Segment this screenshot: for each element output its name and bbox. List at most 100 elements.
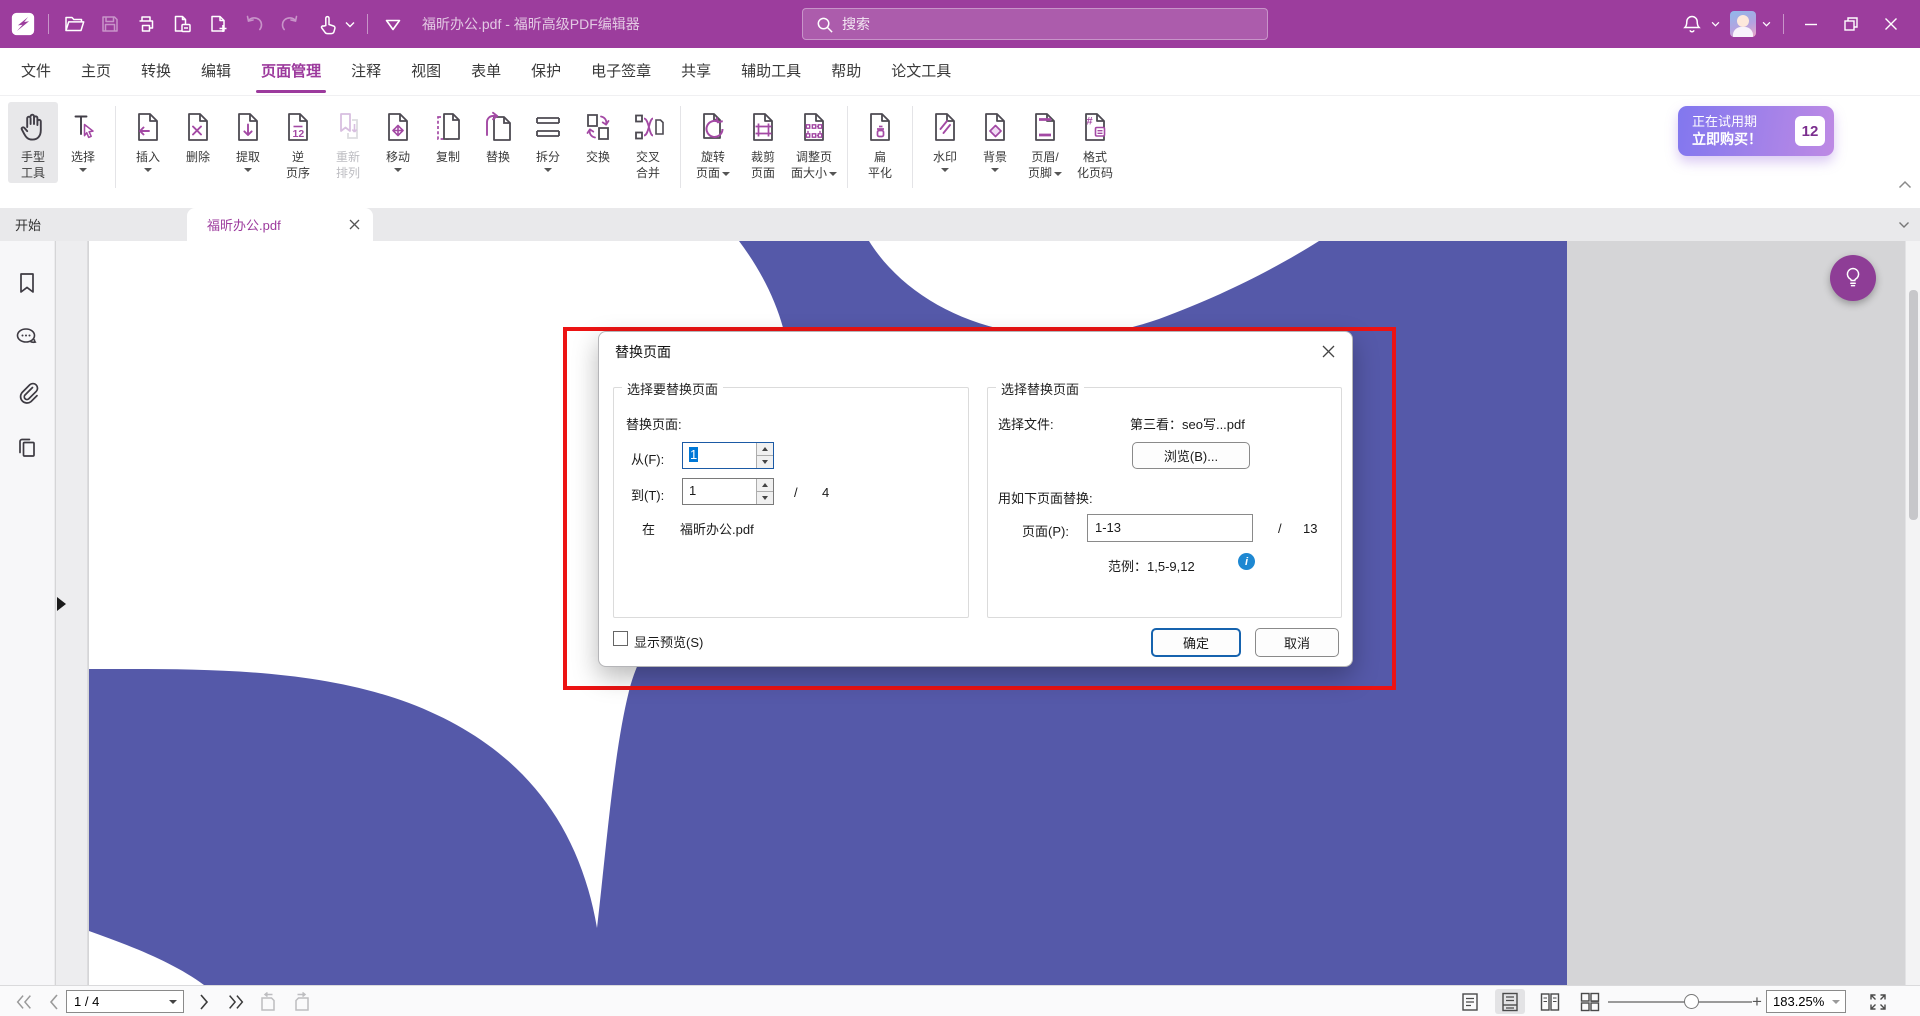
account-caret-icon[interactable] bbox=[1762, 21, 1771, 27]
ribbon-background[interactable]: 背景 bbox=[970, 102, 1020, 174]
ribbon-header-footer[interactable]: 页眉/页脚 bbox=[1020, 102, 1070, 183]
show-preview-checkbox[interactable] bbox=[613, 631, 628, 646]
assistant-lightbulb-button[interactable] bbox=[1830, 255, 1876, 301]
ribbon-group-separator bbox=[912, 106, 913, 188]
sidebar-comments-button[interactable] bbox=[14, 325, 40, 351]
vertical-scrollbar-thumb[interactable] bbox=[1909, 290, 1918, 520]
menu-page-organize[interactable]: 页面管理 bbox=[246, 48, 336, 96]
ribbon-toolbar: 手型工具选择插入删除提取12逆页序重新排列移动复制替换拆分交换交叉合并旋转页面裁… bbox=[0, 96, 1920, 208]
user-avatar[interactable] bbox=[1730, 11, 1756, 37]
view-single-page-button[interactable] bbox=[1455, 989, 1485, 1014]
page-box-caret-icon[interactable] bbox=[169, 1000, 177, 1004]
menu-file[interactable]: 文件 bbox=[6, 48, 66, 96]
from-page-value[interactable]: 1 bbox=[689, 447, 698, 462]
restore-button[interactable] bbox=[1836, 9, 1866, 39]
from-spin-down-button[interactable] bbox=[757, 456, 773, 468]
first-page-button[interactable] bbox=[14, 986, 34, 1016]
cancel-button[interactable]: 取消 bbox=[1255, 628, 1339, 657]
ribbon-extract[interactable]: 提取 bbox=[223, 102, 273, 174]
minimize-button[interactable] bbox=[1796, 9, 1826, 39]
zoom-out-button[interactable]: − bbox=[1590, 986, 1600, 1016]
copy-page-icon[interactable] bbox=[169, 11, 195, 37]
zoom-level-box[interactable]: 183.25% bbox=[1766, 990, 1846, 1013]
ok-button[interactable]: 确定 bbox=[1151, 628, 1241, 657]
page-number-box[interactable]: 1 / 4 bbox=[66, 990, 184, 1013]
dialog-close-icon[interactable] bbox=[1318, 341, 1338, 361]
menu-home[interactable]: 主页 bbox=[66, 48, 126, 96]
menu-comment[interactable]: 注释 bbox=[336, 48, 396, 96]
menu-esign[interactable]: 电子签章 bbox=[576, 48, 666, 96]
ribbon-split[interactable]: 拆分 bbox=[523, 102, 573, 174]
ribbon-collapse-icon[interactable] bbox=[1898, 176, 1912, 194]
ribbon-move[interactable]: 移动 bbox=[373, 102, 423, 174]
sidebar-bookmarks-button[interactable] bbox=[14, 270, 40, 296]
print-icon[interactable] bbox=[133, 11, 159, 37]
ribbon-rotate-pages[interactable]: 旋转页面 bbox=[688, 102, 738, 183]
to-page-value[interactable]: 1 bbox=[689, 483, 696, 498]
zoom-slider-thumb[interactable] bbox=[1684, 994, 1699, 1009]
next-page-button[interactable] bbox=[196, 986, 212, 1016]
sidebar-pages-button[interactable] bbox=[14, 435, 40, 461]
vertical-scrollbar[interactable] bbox=[1905, 241, 1920, 985]
menu-protect[interactable]: 保护 bbox=[516, 48, 576, 96]
menu-accessibility[interactable]: 辅助工具 bbox=[726, 48, 816, 96]
ribbon-hand-tool[interactable]: 手型工具 bbox=[8, 102, 58, 183]
notifications-caret-icon[interactable] bbox=[1711, 21, 1720, 27]
tab-list-chevron-icon[interactable] bbox=[1898, 216, 1910, 234]
menu-edit[interactable]: 编辑 bbox=[186, 48, 246, 96]
from-page-spinner[interactable]: 1 bbox=[682, 442, 774, 469]
to-spin-up-button[interactable] bbox=[757, 479, 773, 492]
ribbon-watermark[interactable]: 水印 bbox=[920, 102, 970, 174]
ribbon-reverse-order[interactable]: 12逆页序 bbox=[273, 102, 323, 183]
menu-paper-tools[interactable]: 论文工具 bbox=[876, 48, 966, 96]
tab-document[interactable]: 福昕办公.pdf bbox=[187, 208, 373, 241]
menu-form[interactable]: 表单 bbox=[456, 48, 516, 96]
close-tab-icon[interactable] bbox=[348, 218, 361, 231]
search-box[interactable]: 搜索 bbox=[802, 8, 1268, 40]
collapse-toolbar-icon[interactable] bbox=[380, 11, 406, 37]
sidebar-attachments-button[interactable] bbox=[14, 380, 40, 406]
new-page-icon[interactable] bbox=[205, 11, 231, 37]
touch-mode-caret-icon[interactable] bbox=[345, 21, 355, 28]
panel-expand-handle[interactable] bbox=[57, 597, 66, 611]
menu-help[interactable]: 帮助 bbox=[816, 48, 876, 96]
browse-button[interactable]: 浏览(B)... bbox=[1132, 442, 1250, 469]
menu-convert[interactable]: 转换 bbox=[126, 48, 186, 96]
trial-banner[interactable]: 正在试用期 立即购买！ 12 bbox=[1678, 106, 1834, 156]
ribbon-crop-pages[interactable]: 裁剪页面 bbox=[738, 102, 788, 183]
zoom-in-button[interactable]: + bbox=[1752, 986, 1762, 1016]
ribbon-flatten[interactable]: 扁平化 bbox=[855, 102, 905, 183]
notifications-bell-icon[interactable] bbox=[1679, 11, 1705, 37]
menu-view[interactable]: 视图 bbox=[396, 48, 456, 96]
ribbon-delete[interactable]: 删除 bbox=[173, 102, 223, 167]
menu-share[interactable]: 共享 bbox=[666, 48, 726, 96]
app-logo-icon[interactable] bbox=[10, 11, 36, 37]
zoom-box-caret-icon[interactable] bbox=[1832, 1000, 1840, 1004]
touch-mode-icon[interactable] bbox=[313, 11, 339, 37]
ribbon-resize-pages[interactable]: 调整页面大小 bbox=[788, 102, 840, 183]
to-page-spinner[interactable]: 1 bbox=[682, 478, 774, 505]
tab-start[interactable]: 开始 bbox=[0, 208, 186, 241]
close-button[interactable] bbox=[1876, 9, 1906, 39]
previous-page-button[interactable] bbox=[46, 986, 62, 1016]
pages-label: 页面(P): bbox=[1022, 521, 1069, 540]
to-spin-down-button[interactable] bbox=[757, 492, 773, 504]
ribbon-replace[interactable]: 替换 bbox=[473, 102, 523, 167]
ribbon-select[interactable]: 选择 bbox=[58, 102, 108, 174]
view-continuous-button[interactable] bbox=[1495, 989, 1525, 1014]
ribbon-insert[interactable]: 插入 bbox=[123, 102, 173, 174]
ribbon-duplicate[interactable]: 复制 bbox=[423, 102, 473, 167]
ribbon-format-page-number[interactable]: #格式化页码 bbox=[1070, 102, 1120, 183]
zoom-level-value: 183.25% bbox=[1773, 994, 1824, 1009]
replacement-pages-input[interactable]: 1-13 bbox=[1087, 514, 1253, 542]
open-file-icon[interactable] bbox=[61, 11, 87, 37]
from-spin-up-button[interactable] bbox=[757, 443, 773, 456]
fullscreen-button[interactable] bbox=[1868, 986, 1888, 1016]
replace-pages-label: 替换页面: bbox=[626, 414, 682, 433]
last-page-button[interactable] bbox=[226, 986, 246, 1016]
info-icon[interactable]: i bbox=[1238, 553, 1255, 570]
ribbon-swap[interactable]: 交换 bbox=[573, 102, 623, 167]
ribbon-interleave-merge[interactable]: 交叉合并 bbox=[623, 102, 673, 183]
view-facing-button[interactable] bbox=[1535, 989, 1565, 1014]
zoom-slider[interactable] bbox=[1608, 1001, 1752, 1003]
